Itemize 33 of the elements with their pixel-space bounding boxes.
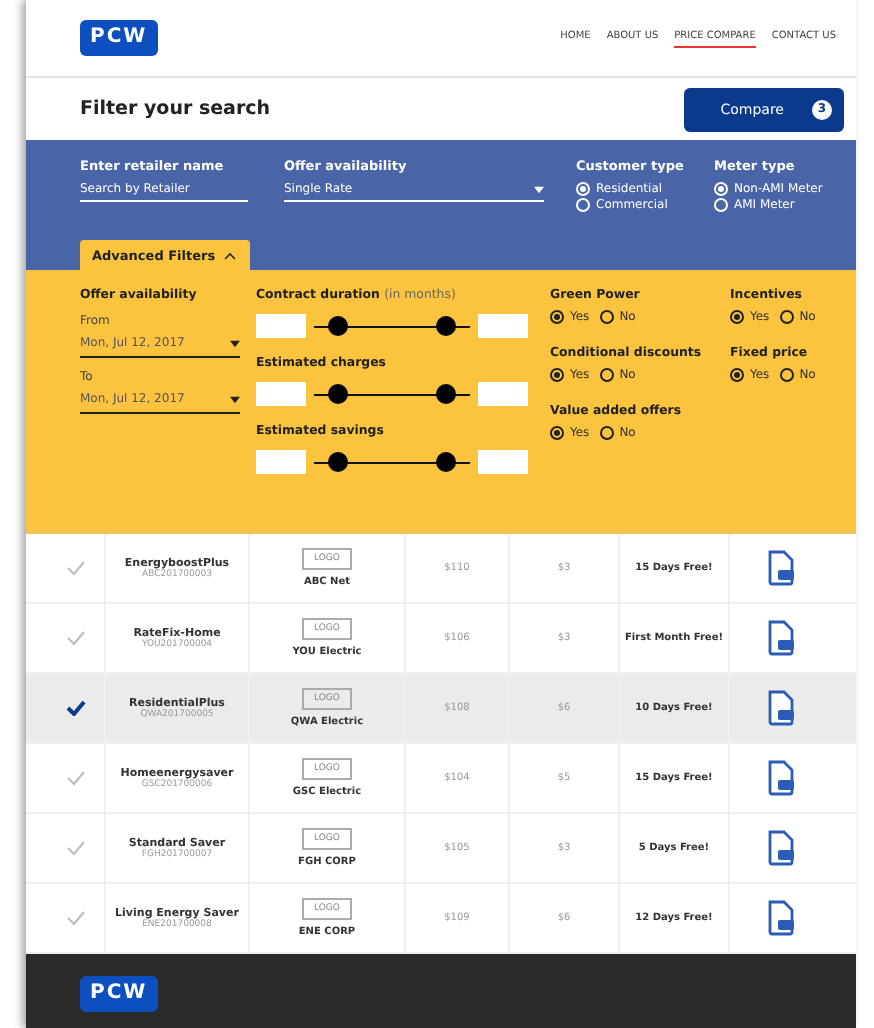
slider-thumb[interactable] (327, 316, 348, 336)
checkmark-icon[interactable] (65, 700, 85, 716)
document-icon[interactable] (765, 690, 795, 726)
logo[interactable]: PCW (80, 20, 158, 56)
slider-thumb[interactable] (436, 384, 457, 404)
range-slider[interactable] (314, 450, 470, 474)
min-field[interactable] (256, 382, 306, 406)
slider-thumb[interactable] (436, 452, 457, 472)
checkmark-icon[interactable] (65, 560, 85, 576)
document-icon[interactable] (765, 620, 795, 656)
min-field[interactable] (256, 450, 306, 474)
checkmark-icon[interactable] (65, 770, 85, 786)
caret-icon (230, 339, 240, 347)
document-icon[interactable] (765, 900, 795, 936)
min-field[interactable] (256, 314, 306, 338)
slider-thumb[interactable] (436, 316, 457, 336)
checkmark-icon[interactable] (65, 840, 85, 856)
range-slider[interactable] (314, 382, 470, 406)
slider-thumb[interactable] (327, 452, 348, 472)
checkmark-icon[interactable] (65, 910, 85, 926)
document-icon[interactable] (765, 830, 795, 866)
range-slider[interactable] (314, 314, 470, 338)
checkmark-icon[interactable] (65, 630, 85, 646)
caret-icon (534, 185, 544, 193)
max-field[interactable] (478, 314, 528, 338)
slider-thumb[interactable] (327, 384, 348, 404)
logo[interactable]: PCW (80, 976, 158, 1012)
caret-icon (230, 395, 240, 403)
page-title: Filter your search (80, 98, 271, 120)
document-icon[interactable] (765, 760, 795, 796)
document-icon[interactable] (765, 550, 795, 586)
max-field[interactable] (478, 450, 528, 474)
max-field[interactable] (478, 382, 528, 406)
